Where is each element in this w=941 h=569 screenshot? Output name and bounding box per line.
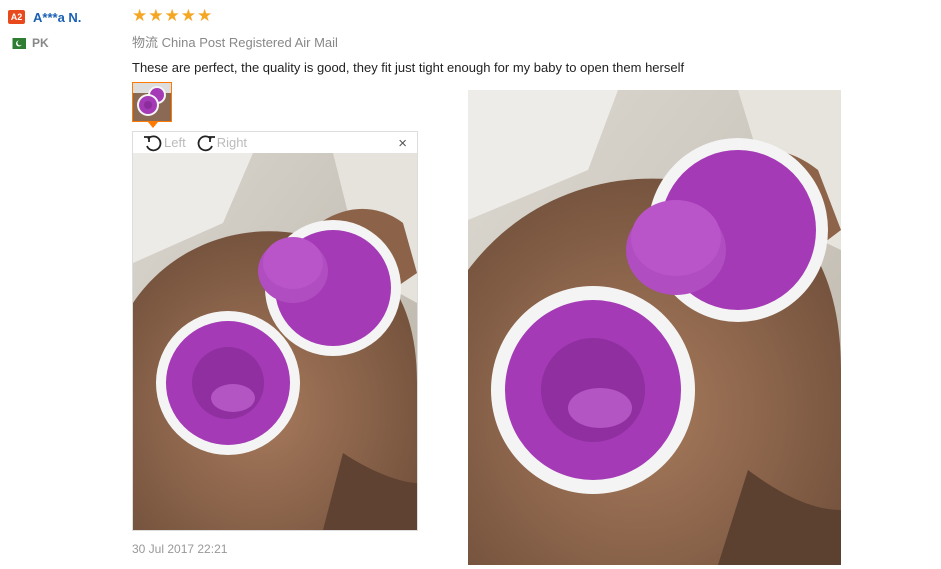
review-text: These are perfect, the quality is good, … bbox=[132, 60, 685, 75]
rotate-right-label: Right bbox=[216, 135, 248, 150]
star-icon: ★ bbox=[164, 6, 180, 25]
review-body: ★ ★ ★ ★ ★ 物流 China Post Registered Air M… bbox=[132, 6, 684, 75]
star-icon: ★ bbox=[148, 6, 164, 25]
viewer-photo bbox=[133, 153, 417, 530]
rotate-right-button[interactable]: Right bbox=[196, 134, 247, 152]
rotate-right-icon bbox=[197, 134, 215, 151]
shipping-info: 物流 China Post Registered Air Mail bbox=[132, 32, 684, 51]
review-photo-large[interactable] bbox=[468, 90, 841, 565]
shipping-method: China Post Registered Air Mail bbox=[161, 35, 338, 50]
thumbnail-image bbox=[133, 83, 171, 121]
reviewer-header: A2 A***a N. bbox=[8, 8, 118, 26]
star-icon: ★ bbox=[197, 6, 213, 25]
reviewer-country: PK bbox=[8, 36, 118, 50]
rotate-left-label: Left bbox=[164, 135, 186, 150]
rotate-left-icon bbox=[144, 134, 162, 151]
viewer-toolbar: Left Right × bbox=[133, 132, 417, 153]
star-icon: ★ bbox=[180, 6, 196, 25]
thumbnail-pointer bbox=[148, 122, 158, 128]
product-photo-small bbox=[133, 153, 417, 530]
review-date: 30 Jul 2017 22:21 bbox=[132, 542, 228, 556]
rotate-left-button[interactable]: Left bbox=[143, 134, 186, 152]
review-photo-thumbnail[interactable] bbox=[132, 82, 172, 122]
photo-viewer: Left Right × bbox=[132, 131, 418, 531]
country-code: PK bbox=[32, 36, 49, 50]
reviewer-info: A2 A***a N. PK bbox=[8, 8, 118, 50]
pakistan-flag-icon bbox=[8, 37, 26, 49]
shipping-label: 物流 bbox=[132, 35, 159, 50]
level-badge: A2 bbox=[8, 10, 25, 24]
close-viewer-button[interactable]: × bbox=[398, 135, 407, 152]
reviewer-name[interactable]: A***a N. bbox=[33, 10, 81, 25]
product-photo-large bbox=[468, 90, 841, 565]
star-rating: ★ ★ ★ ★ ★ bbox=[132, 6, 684, 26]
star-icon: ★ bbox=[132, 6, 148, 25]
